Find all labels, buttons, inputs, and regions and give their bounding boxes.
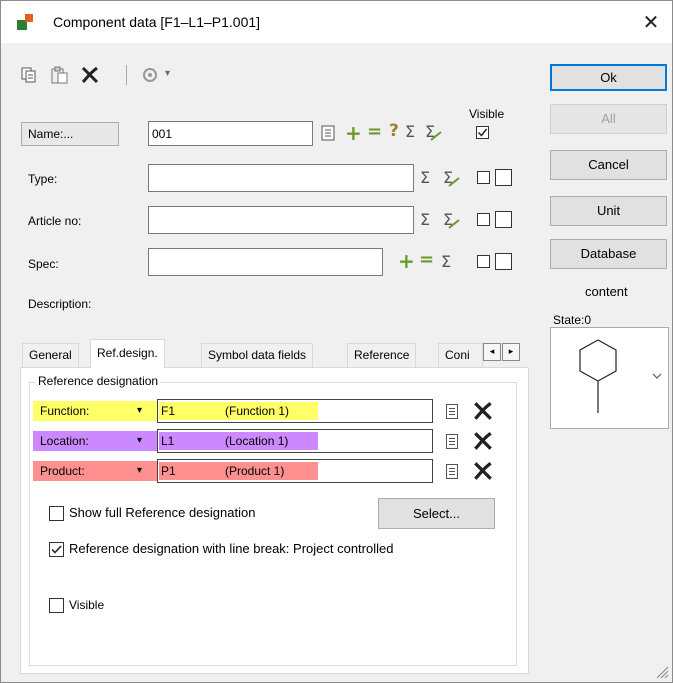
window-title: Component data [F1–L1–P1.001] (53, 14, 261, 30)
spec-input[interactable] (148, 248, 383, 276)
product-label: Product: (40, 464, 85, 478)
ok-button[interactable]: Ok (550, 64, 667, 91)
resize-grip-icon[interactable] (653, 663, 669, 679)
type-visible-checkbox[interactable] (477, 171, 490, 184)
symbol-hexagon-icon (579, 339, 662, 413)
article-label: Article no: (28, 214, 82, 228)
select-button[interactable]: Select... (378, 498, 495, 529)
title-bar: Component data [F1–L1–P1.001] ✕ (1, 1, 672, 43)
location-highlight: L1 (Location 1) (159, 432, 318, 450)
function-highlight: F1 (Function 1) (159, 402, 318, 420)
location-input[interactable]: L1 (Location 1) (157, 429, 433, 453)
tab-symbol-data-fields[interactable]: Symbol data fields (201, 343, 314, 367)
visible-label: Visible (69, 598, 105, 612)
delete-icon[interactable] (80, 65, 100, 85)
line-break-label: Reference designation with line break: P… (69, 541, 394, 556)
function-dropdown[interactable]: Function: ▾ (33, 401, 157, 421)
function-name: (Function 1) (225, 404, 290, 418)
spec-visible-checkbox[interactable] (477, 255, 490, 268)
state-label: State:0 (553, 313, 592, 327)
tab-ref-design[interactable]: Ref.design. (90, 339, 165, 368)
article-visible-checkbox[interactable] (477, 213, 490, 226)
tab-scroll-right-icon[interactable]: ▸ (502, 343, 520, 361)
visible-name-checkbox[interactable] (476, 126, 489, 139)
sigma-arrow-mark-icon (448, 219, 460, 229)
show-full-label: Show full Reference designation (69, 505, 256, 520)
show-full-checkbox[interactable] (49, 506, 64, 521)
location-doc-icon[interactable] (446, 434, 458, 449)
minus-icon[interactable]: = (419, 249, 434, 270)
type-extra-checkbox[interactable] (495, 169, 512, 186)
location-label: Location: (40, 434, 89, 448)
article-extra-checkbox[interactable] (495, 211, 512, 228)
product-delete-icon[interactable] (472, 460, 494, 482)
location-dropdown[interactable]: Location: ▾ (33, 431, 157, 451)
product-dropdown[interactable]: Product: ▾ (33, 461, 157, 481)
location-code: L1 (161, 434, 175, 448)
product-input[interactable]: P1 (Product 1) (157, 459, 433, 483)
sigma-arrow-mark-icon (430, 131, 442, 141)
name-input[interactable] (148, 121, 313, 146)
product-code: P1 (161, 464, 176, 478)
tab-general[interactable]: General (22, 343, 79, 367)
question-icon[interactable]: ? (389, 121, 399, 141)
visible-header: Visible (469, 107, 505, 121)
description-label: Description: (28, 297, 92, 311)
name-button[interactable]: Name:... (21, 122, 119, 146)
sigma-icon[interactable]: Σ (420, 210, 430, 229)
type-label: Type: (28, 172, 58, 186)
symbol-preview[interactable] (550, 327, 669, 429)
chevron-down-icon: ▾ (137, 435, 143, 446)
spec-extra-checkbox[interactable] (495, 253, 512, 270)
settings-icon[interactable] (141, 66, 159, 84)
function-code: F1 (161, 404, 176, 418)
product-doc-icon[interactable] (446, 464, 458, 479)
app-icon (17, 14, 33, 30)
group-title: Reference designation (36, 374, 161, 388)
chevron-down-icon: ▾ (137, 405, 143, 416)
plus-icon[interactable]: + (345, 121, 362, 145)
function-input[interactable]: F1 (Function 1) (157, 399, 433, 423)
close-icon[interactable]: ✕ (638, 9, 664, 35)
plus-icon[interactable]: + (398, 249, 415, 273)
function-doc-icon[interactable] (446, 404, 458, 419)
location-delete-icon[interactable] (472, 430, 494, 452)
toolbar-separator (126, 65, 127, 85)
all-button[interactable]: All (550, 104, 667, 134)
unit-button[interactable]: Unit (550, 196, 667, 226)
function-label: Function: (40, 404, 90, 418)
sigma-icon[interactable]: Σ (405, 122, 415, 141)
chevron-down-icon: ▾ (137, 465, 143, 476)
sigma-icon[interactable]: Σ (441, 252, 451, 271)
product-highlight: P1 (Product 1) (159, 462, 318, 480)
component-data-dialog: Component data [F1–L1–P1.001] ✕ ▾ Name:.… (0, 0, 673, 683)
database-button[interactable]: Database (550, 239, 667, 269)
sigma-icon[interactable]: Σ (420, 168, 430, 187)
line-break-checkbox[interactable] (49, 542, 64, 557)
location-name: (Location 1) (225, 434, 289, 448)
type-input[interactable] (148, 164, 414, 192)
cancel-button[interactable]: Cancel (550, 150, 667, 180)
list-icon[interactable] (321, 125, 335, 141)
chevron-down-icon[interactable]: ▾ (165, 68, 170, 79)
visible-checkbox[interactable] (49, 598, 64, 613)
copy-icon[interactable] (21, 67, 37, 83)
tab-reference[interactable]: Reference (347, 343, 417, 367)
tab-scroll-left-icon[interactable]: ◂ (483, 343, 501, 361)
minus-icon[interactable]: = (367, 121, 382, 142)
article-input[interactable] (148, 206, 414, 234)
function-delete-icon[interactable] (472, 400, 494, 422)
tab-connection[interactable]: Coni (438, 343, 483, 367)
spec-label: Spec: (28, 257, 59, 271)
product-name: (Product 1) (225, 464, 285, 478)
sigma-arrow-mark-icon (448, 177, 460, 187)
paste-icon[interactable] (51, 66, 68, 84)
content-label: content (585, 284, 628, 299)
